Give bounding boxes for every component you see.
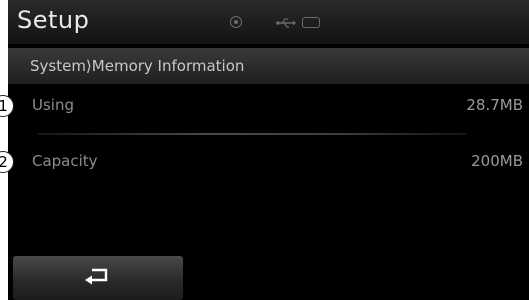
row-divider	[38, 133, 466, 135]
breadcrumb-text: System⟩Memory Information	[30, 57, 245, 75]
page-title: Setup	[17, 6, 90, 34]
memory-row-capacity[interactable]: Capacity 200MB	[8, 138, 529, 188]
status-icons	[230, 12, 320, 32]
capacity-value: 200MB	[471, 152, 523, 170]
back-arrow-icon	[85, 267, 111, 289]
back-button[interactable]	[13, 256, 183, 300]
breadcrumb: System⟩Memory Information	[8, 48, 529, 84]
using-label: Using	[32, 96, 74, 114]
battery-icon	[302, 16, 320, 28]
screen: Setup System⟩Memory Information Using 28…	[0, 0, 529, 300]
memory-row-using[interactable]: Using 28.7MB	[8, 82, 529, 132]
disc-icon	[230, 16, 242, 28]
head-unit-display: Setup System⟩Memory Information Using 28…	[8, 0, 529, 300]
capacity-label: Capacity	[32, 152, 98, 170]
title-bar: Setup	[8, 0, 529, 44]
usb-icon	[276, 15, 296, 29]
using-value: 28.7MB	[466, 96, 523, 114]
